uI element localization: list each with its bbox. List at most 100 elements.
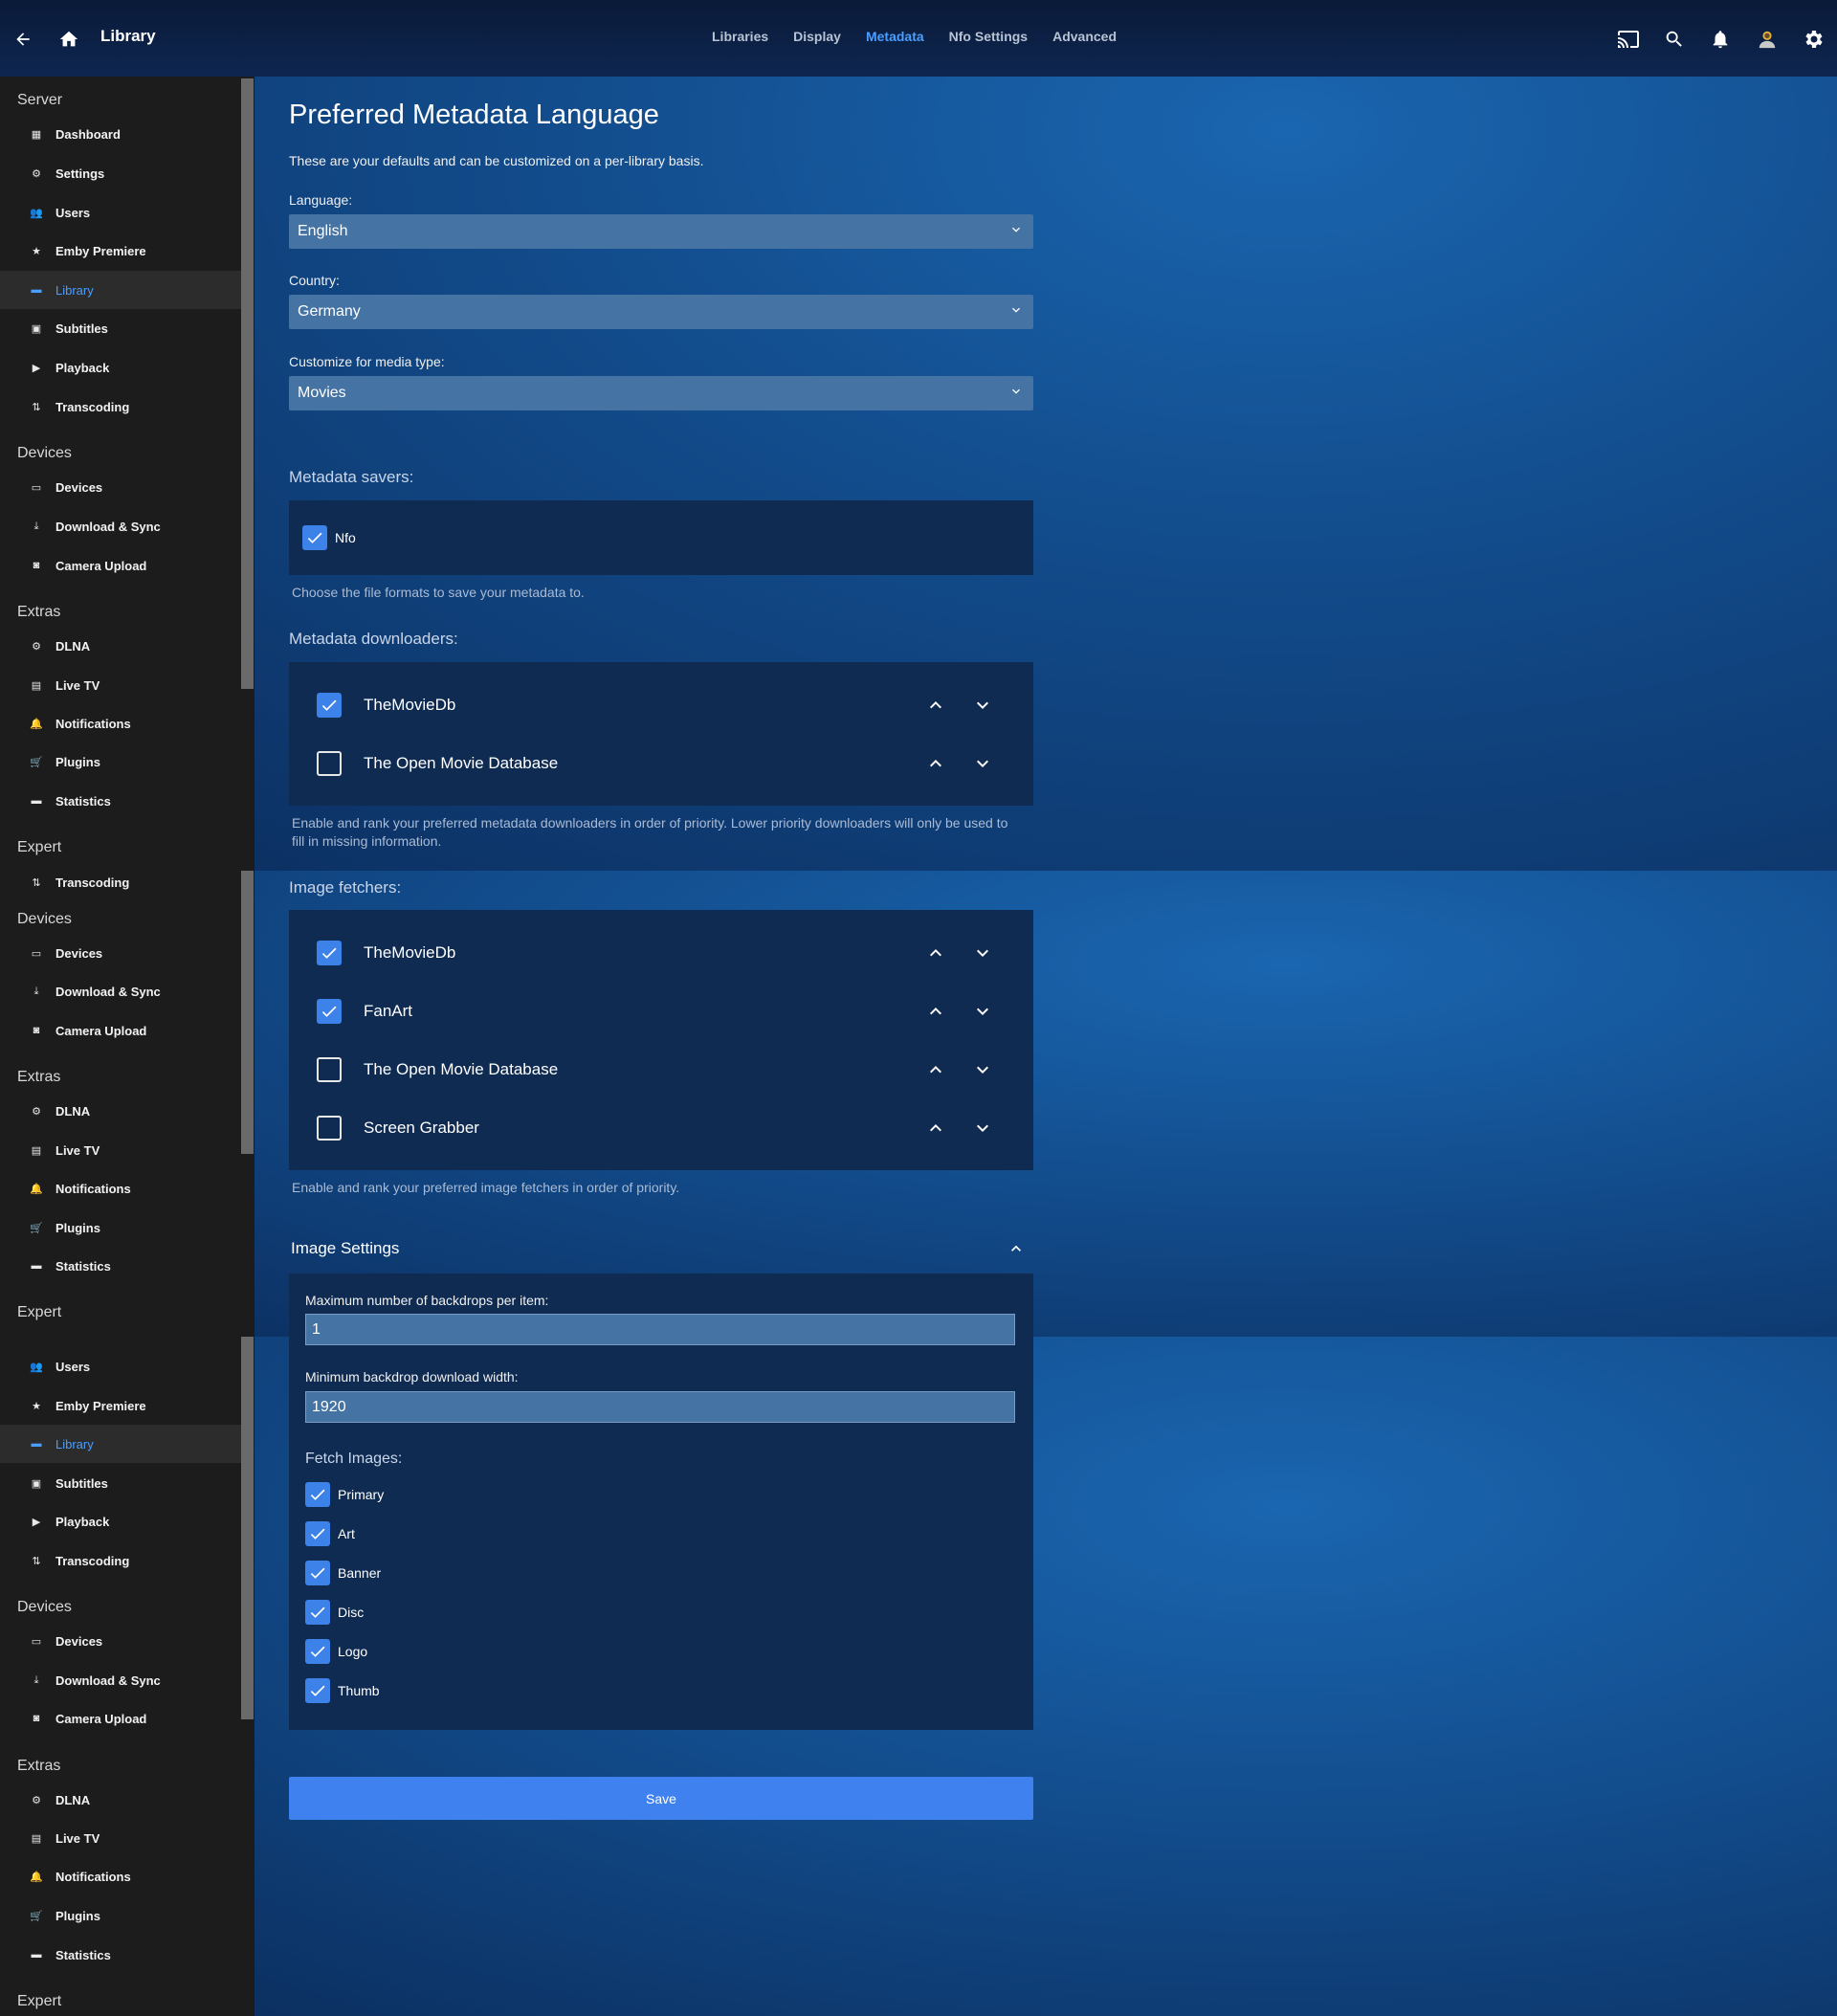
fetch-image-checkbox[interactable] [305, 1600, 330, 1625]
chevron-down-icon[interactable] [971, 942, 994, 964]
sidebar-scrollbar[interactable] [241, 1337, 254, 1719]
home-icon[interactable] [50, 20, 88, 58]
sidebar-item-label: Live TV [55, 1142, 100, 1158]
sidebar-item-emby-premiere[interactable]: ★ Emby Premiere [0, 232, 241, 270]
sidebar-item-label: Users [55, 205, 91, 220]
sidebar-item-live-tv[interactable]: ▤ Live TV [0, 1819, 241, 1857]
sidebar-item-camera-upload[interactable]: ◙ Camera Upload [0, 1699, 241, 1738]
sidebar-item-live-tv[interactable]: ▤ Live TV [0, 666, 241, 704]
tab-advanced[interactable]: Advanced [1052, 29, 1117, 44]
sidebar-item-notifications[interactable]: 🔔 Notifications [0, 1169, 241, 1207]
image-settings-header[interactable]: Image Settings [289, 1224, 1033, 1274]
enable-checkbox[interactable] [317, 999, 342, 1024]
sidebar-item-plugins[interactable]: 🛒 Plugins [0, 1208, 241, 1247]
sidebar-item-dlna[interactable]: ⚙ DLNA [0, 1092, 241, 1130]
sidebar-item-download-sync[interactable]: ⤓ Download & Sync [0, 507, 241, 545]
tab-libraries[interactable]: Libraries [712, 29, 768, 44]
sidebar-item-plugins[interactable]: 🛒 Plugins [0, 742, 241, 781]
sidebar-item-devices[interactable]: ▭ Devices [0, 934, 241, 972]
sidebar-item-users[interactable]: 👥 Users [0, 193, 241, 232]
sidebar-item-dlna[interactable]: ⚙ DLNA [0, 1781, 241, 1819]
sidebar-item-devices[interactable]: ▭ Devices [0, 1622, 241, 1660]
sidebar-item-dashboard[interactable]: ▦ Dashboard [0, 115, 241, 153]
fetch-image-checkbox[interactable] [305, 1521, 330, 1546]
sidebar-item-dlna[interactable]: ⚙ DLNA [0, 627, 241, 665]
sidebar-item-label: Emby Premiere [55, 243, 146, 258]
fetch-image-checkbox[interactable] [305, 1561, 330, 1585]
enable-checkbox[interactable] [317, 693, 342, 718]
chevron-down-icon[interactable] [971, 1117, 994, 1140]
sidebar-item-download-sync[interactable]: ⤓ Download & Sync [0, 972, 241, 1010]
enable-checkbox[interactable] [317, 941, 342, 965]
fetch-image-checkbox[interactable] [305, 1678, 330, 1703]
enable-checkbox[interactable] [317, 1116, 342, 1141]
sidebar-item-statistics[interactable]: ▬ Statistics [0, 1247, 241, 1285]
tv-icon: ▤ [31, 1144, 42, 1157]
sidebar-item-users[interactable]: 👥 Users [0, 1347, 241, 1385]
sidebar-item-notifications[interactable]: 🔔 Notifications [0, 1857, 241, 1895]
sidebar-item-camera-upload[interactable]: ◙ Camera Upload [0, 1011, 241, 1050]
bell-icon[interactable] [1701, 20, 1739, 58]
gear-icon[interactable] [1794, 20, 1832, 58]
sidebar-item-statistics[interactable]: ▬ Statistics [0, 782, 241, 820]
tab-nfo-settings[interactable]: Nfo Settings [949, 29, 1028, 44]
sidebar-item-library[interactable]: ▬ Library [0, 271, 241, 309]
fetch-image-checkbox[interactable] [305, 1639, 330, 1664]
fetch-image-option: Art [305, 1520, 355, 1547]
users-icon: 👥 [30, 207, 43, 219]
chevron-down-icon[interactable] [971, 752, 994, 775]
chevron-up-icon[interactable] [924, 694, 947, 717]
sidebar-item-transcoding[interactable]: ⇅ Transcoding [0, 1541, 241, 1580]
chevron-down-icon[interactable] [971, 1058, 994, 1081]
chevron-up-icon[interactable] [924, 942, 947, 964]
camera-icon: ◙ [33, 1713, 40, 1724]
sidebar-item-label: Plugins [55, 1908, 100, 1923]
sidebar-item-download-sync[interactable]: ⤓ Download & Sync [0, 1661, 241, 1699]
sidebar-scrollbar[interactable] [241, 78, 254, 689]
chevron-down-icon[interactable] [971, 694, 994, 717]
sidebar-item-subtitles[interactable]: ▣ Subtitles [0, 309, 241, 347]
sidebar-item-label: Playback [55, 1514, 110, 1529]
fetch-image-checkbox[interactable] [305, 1482, 330, 1507]
chevron-up-icon[interactable] [924, 1117, 947, 1140]
sidebar-item-settings[interactable]: ⚙ Settings [0, 154, 241, 192]
sidebar-item-label: Settings [55, 166, 105, 181]
sidebar-item-plugins[interactable]: 🛒 Plugins [0, 1896, 241, 1935]
tab-display[interactable]: Display [793, 29, 841, 44]
sidebar-item-playback[interactable]: ▶ Playback [0, 1502, 241, 1540]
sidebar-scrollbar[interactable] [241, 871, 254, 1154]
folder-icon: ▬ [31, 795, 42, 807]
sidebar-item-library[interactable]: ▬ Library [0, 1425, 241, 1463]
back-arrow-icon[interactable] [4, 20, 42, 58]
sidebar-item-emby-premiere[interactable]: ★ Emby Premiere [0, 1386, 241, 1425]
sidebar-item-playback[interactable]: ▶ Playback [0, 348, 241, 387]
sidebar-item-devices[interactable]: ▭ Devices [0, 468, 241, 506]
min-width-input[interactable]: 1920 [305, 1391, 1015, 1423]
enable-checkbox[interactable] [317, 1057, 342, 1082]
search-icon[interactable] [1655, 20, 1693, 58]
language-select[interactable]: English [289, 214, 1033, 249]
camera-icon: ◙ [33, 1025, 40, 1036]
sidebar-item-camera-upload[interactable]: ◙ Camera Upload [0, 546, 241, 585]
sidebar-item-notifications[interactable]: 🔔 Notifications [0, 704, 241, 742]
folder-icon: ▬ [31, 1260, 42, 1272]
save-button[interactable]: Save [289, 1777, 1033, 1820]
enable-checkbox[interactable] [317, 751, 342, 776]
chevron-down-icon[interactable] [971, 1000, 994, 1023]
cast-icon[interactable] [1609, 20, 1648, 58]
country-select[interactable]: Germany [289, 295, 1033, 329]
chevron-up-icon[interactable] [924, 752, 947, 775]
nfo-checkbox[interactable] [302, 525, 327, 550]
sidebar-item-transcoding[interactable]: ⇅ Transcoding [0, 863, 241, 901]
chevron-up-icon[interactable] [924, 1058, 947, 1081]
sidebar-item-statistics[interactable]: ▬ Statistics [0, 1936, 241, 1974]
max-backdrops-input[interactable]: 1 [305, 1314, 1015, 1345]
sidebar-item-subtitles[interactable]: ▣ Subtitles [0, 1464, 241, 1502]
chevron-up-icon[interactable] [924, 1000, 947, 1023]
avatar[interactable] [1748, 20, 1786, 58]
tab-metadata[interactable]: Metadata [866, 29, 924, 44]
sidebar-item-live-tv[interactable]: ▤ Live TV [0, 1131, 241, 1169]
country-label: Country: [289, 273, 340, 288]
media-type-select[interactable]: Movies [289, 376, 1033, 410]
sidebar-item-transcoding[interactable]: ⇅ Transcoding [0, 388, 241, 426]
